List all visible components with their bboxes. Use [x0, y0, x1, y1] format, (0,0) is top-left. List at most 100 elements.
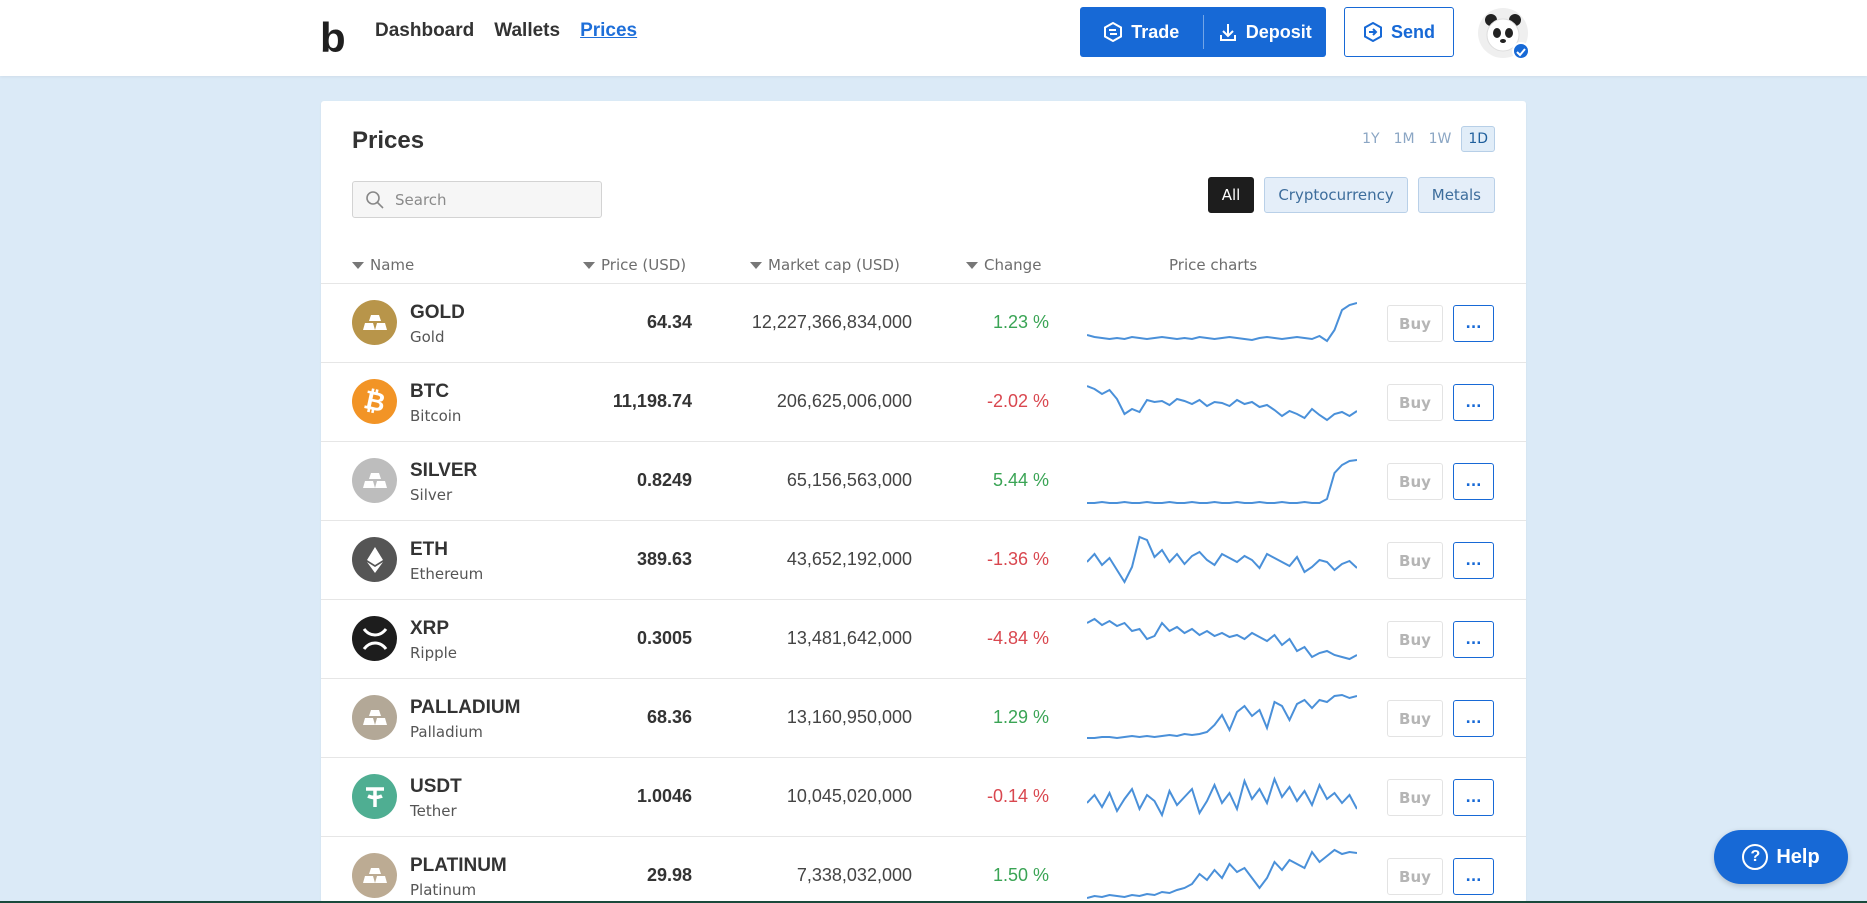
- more-options-button[interactable]: ...: [1453, 858, 1494, 895]
- asset-change: -0.14 %: [986, 786, 1049, 806]
- top-navigation-bar: b Dashboard Wallets Prices Trade Deposit…: [0, 0, 1867, 76]
- search-box: [352, 181, 602, 218]
- sort-caret-icon: [352, 261, 364, 269]
- table-row[interactable]: USDT Tether 1.0046 10,045,020,000 -0.14 % Buy…: [321, 758, 1526, 837]
- asset-market-cap: 206,625,006,000: [776, 391, 912, 411]
- category-filters: All Cryptocurrency Metals: [1207, 177, 1495, 213]
- nav-prices[interactable]: Prices: [580, 20, 637, 42]
- more-options-button[interactable]: ...: [1453, 463, 1494, 500]
- avatar[interactable]: [1478, 8, 1530, 60]
- asset-symbol[interactable]: PALLADIUM: [410, 697, 520, 719]
- period-1d[interactable]: 1D: [1461, 126, 1495, 152]
- asset-name: Tether: [410, 802, 457, 820]
- page-title: Prices: [352, 127, 425, 154]
- table-row[interactable]: ₿ BTC Bitcoin 11,198.74 206,625,006,000 -2.02…: [321, 363, 1526, 442]
- nav-wallets[interactable]: Wallets: [494, 20, 560, 42]
- asset-change: 1.23 %: [992, 312, 1049, 332]
- table-row[interactable]: SILVER Silver 0.8249 65,156,563,000 5.44 % Bu…: [321, 442, 1526, 521]
- more-options-button[interactable]: ...: [1453, 305, 1494, 342]
- bitcoin-icon: ₿: [352, 379, 397, 424]
- buy-button[interactable]: Buy: [1387, 858, 1443, 895]
- asset-name: Ethereum: [410, 565, 484, 583]
- xrp-icon: [352, 616, 397, 661]
- nav-dashboard[interactable]: Dashboard: [375, 20, 474, 42]
- search-input[interactable]: [395, 190, 575, 209]
- deposit-label: Deposit: [1245, 21, 1312, 42]
- sort-caret-icon: [583, 261, 595, 269]
- more-options-button[interactable]: ...: [1453, 779, 1494, 816]
- sort-caret-icon: [966, 261, 978, 269]
- more-options-button[interactable]: ...: [1453, 700, 1494, 737]
- asset-symbol[interactable]: SILVER: [410, 460, 477, 482]
- trade-icon: [1104, 22, 1123, 42]
- asset-price: 68.36: [646, 707, 692, 727]
- buy-button[interactable]: Buy: [1387, 384, 1443, 421]
- table-row[interactable]: ETH Ethereum 389.63 43,652,192,000 -1.36 % Bu…: [321, 521, 1526, 600]
- sort-price[interactable]: Price (USD): [583, 256, 686, 274]
- deposit-button[interactable]: Deposit: [1204, 7, 1327, 57]
- asset-change: -1.36 %: [986, 549, 1049, 569]
- buy-button[interactable]: Buy: [1387, 305, 1443, 342]
- prices-card: Prices 1Y 1M 1W 1D All Cryptocurrency Me…: [321, 101, 1526, 903]
- table-row[interactable]: XRP Ripple 0.3005 13,481,642,000 -4.84 % Buy.…: [321, 600, 1526, 679]
- asset-change: -4.84 %: [986, 628, 1049, 648]
- main-nav: Dashboard Wallets Prices: [375, 20, 637, 42]
- buy-button[interactable]: Buy: [1387, 700, 1443, 737]
- ethereum-icon: [352, 537, 397, 582]
- asset-name: Ripple: [410, 644, 458, 662]
- table-row[interactable]: GOLD Gold 64.34 12,227,366,834,000 1.23 % Buy…: [321, 284, 1526, 363]
- asset-change: 1.50 %: [992, 865, 1049, 885]
- table-row[interactable]: PALLADIUM Palladium 68.36 13,160,950,000 1.2…: [321, 679, 1526, 758]
- buy-button[interactable]: Buy: [1387, 542, 1443, 579]
- asset-symbol[interactable]: BTC: [410, 381, 449, 403]
- filter-metals[interactable]: Metals: [1417, 177, 1495, 213]
- asset-symbol[interactable]: ETH: [410, 539, 448, 561]
- price-sparkline: [1087, 617, 1357, 661]
- asset-name: Platinum: [410, 881, 477, 899]
- price-sparkline: [1087, 848, 1357, 899]
- buy-button[interactable]: Buy: [1387, 621, 1443, 658]
- buy-button[interactable]: Buy: [1387, 779, 1443, 816]
- more-options-button[interactable]: ...: [1453, 621, 1494, 658]
- more-options-button[interactable]: ...: [1453, 384, 1494, 421]
- asset-symbol[interactable]: PLATINUM: [410, 855, 507, 877]
- trade-label: Trade: [1131, 21, 1180, 42]
- asset-market-cap: 12,227,366,834,000: [751, 312, 912, 332]
- sort-name[interactable]: Name: [352, 256, 414, 274]
- asset-market-cap: 43,652,192,000: [786, 549, 912, 569]
- asset-market-cap: 10,045,020,000: [786, 786, 912, 806]
- asset-symbol[interactable]: USDT: [410, 776, 462, 798]
- buy-button[interactable]: Buy: [1387, 463, 1443, 500]
- asset-symbol[interactable]: XRP: [410, 618, 449, 640]
- asset-market-cap: 13,160,950,000: [786, 707, 912, 727]
- period-1w[interactable]: 1W: [1425, 126, 1456, 152]
- asset-price: 11,198.74: [612, 391, 692, 411]
- sort-market-cap[interactable]: Market cap (USD): [750, 256, 900, 274]
- price-sparkline: [1087, 385, 1357, 422]
- header-price: Price (USD): [601, 256, 687, 274]
- table-row[interactable]: PLATINUM Platinum 29.98 7,338,032,000 1.50 %…: [321, 837, 1526, 903]
- asset-name: Gold: [410, 328, 445, 346]
- filter-all[interactable]: All: [1207, 177, 1255, 213]
- price-sparkline: [1087, 535, 1357, 585]
- sort-change[interactable]: Change: [966, 256, 1041, 274]
- header-market-cap: Market cap (USD): [768, 256, 900, 274]
- more-options-button[interactable]: ...: [1453, 542, 1494, 579]
- trade-button[interactable]: Trade: [1080, 7, 1203, 57]
- logo[interactable]: b: [320, 14, 346, 62]
- filter-cryptocurrency[interactable]: Cryptocurrency: [1264, 177, 1408, 213]
- header-change: Change: [984, 256, 1042, 274]
- send-icon: [1363, 22, 1382, 42]
- help-button[interactable]: ? Help: [1714, 830, 1848, 884]
- asset-symbol[interactable]: GOLD: [410, 302, 465, 324]
- header-price-charts: Price charts: [1169, 256, 1258, 274]
- asset-price: 0.8249: [636, 470, 692, 490]
- send-button[interactable]: Send: [1344, 7, 1454, 57]
- asset-name: Palladium: [410, 723, 483, 741]
- trade-deposit-group: Trade Deposit: [1080, 7, 1326, 57]
- period-1m[interactable]: 1M: [1390, 126, 1419, 152]
- period-1y[interactable]: 1Y: [1358, 126, 1383, 152]
- asset-market-cap: 13,481,642,000: [786, 628, 912, 648]
- palladium-bars-icon: [352, 695, 397, 740]
- asset-price: 1.0046: [636, 786, 692, 806]
